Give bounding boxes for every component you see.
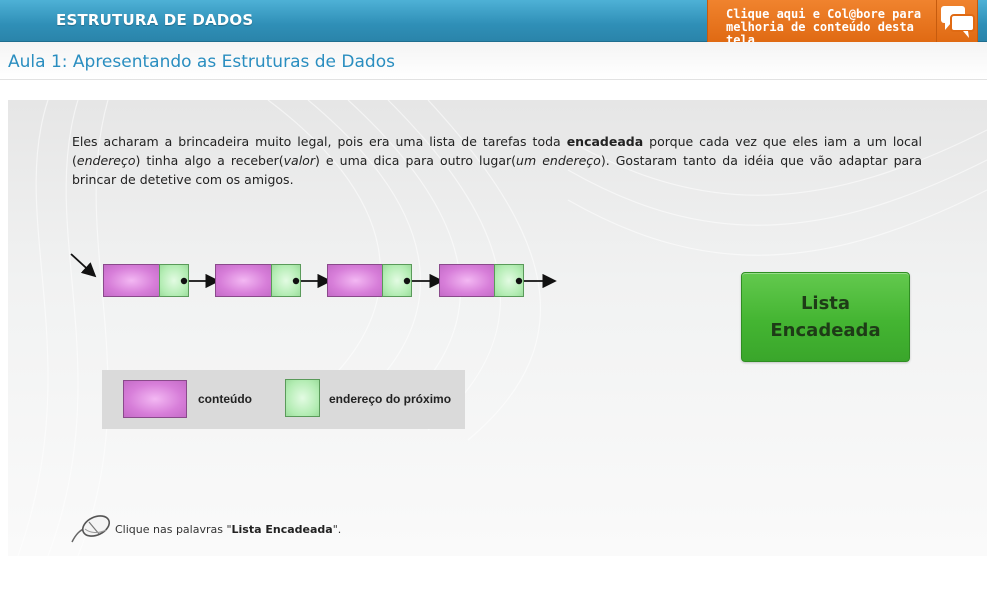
- legend-label-address: endereço do próximo: [329, 392, 452, 406]
- diagram-legend: conteúdo endereço do próximo: [102, 370, 465, 429]
- legend-swatch-content: [123, 380, 187, 418]
- top-header-bar: ESTRUTURA DE DADOS Clique aqui e Col@bor…: [0, 0, 987, 47]
- mouse-icon: [71, 515, 111, 543]
- course-brand-title: ESTRUTURA DE DADOS: [56, 11, 254, 29]
- lista-encadeada-label: Lista Encadeada: [770, 293, 881, 341]
- lesson-paragraph: Eles acharam a brincadeira muito legal, …: [72, 134, 922, 187]
- bold-encadeada: encadeada: [566, 134, 644, 149]
- lesson-title-bar: Aula 1: Apresentando as Estruturas de Da…: [0, 42, 987, 80]
- instruction-text: Clique nas palavras "Lista Encadeada".: [115, 523, 342, 536]
- page-title: Aula 1: Apresentando as Estruturas de Da…: [8, 52, 395, 72]
- pointer-dots: [180, 277, 523, 285]
- legend-swatch-address: [285, 379, 320, 417]
- linked-list-diagram: [68, 248, 558, 308]
- chat-bubbles-icon[interactable]: [936, 0, 978, 42]
- lista-encadeada-button[interactable]: Lista Encadeada: [741, 272, 910, 362]
- legend-label-content: conteúdo: [198, 392, 252, 406]
- content-panel: Eles acharam a brincadeira muito legal, …: [8, 100, 987, 556]
- collaborate-button[interactable]: Clique aqui e Col@bore para melhoria de …: [707, 0, 978, 47]
